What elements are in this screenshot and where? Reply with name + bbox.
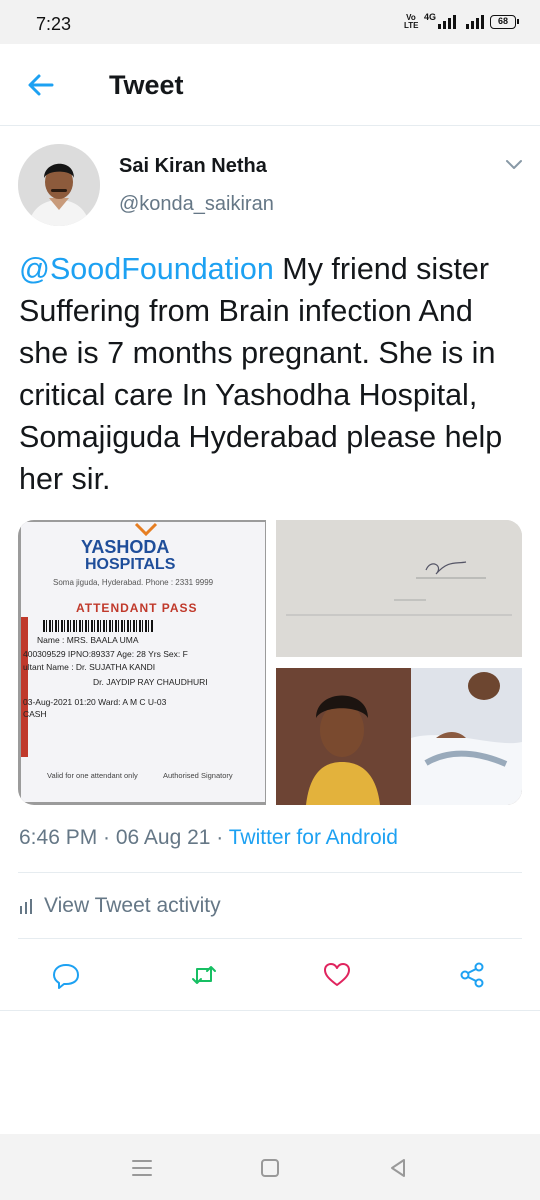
signal-icon: [438, 15, 456, 29]
pass-date: 03-Aug-2021 01:20 Ward: A M C U-03: [23, 697, 167, 707]
pass-consultant: ultant Name : Dr. SUJATHA KANDI: [23, 662, 156, 672]
pass-address: Soma jiguda, Hyderabad. Phone : 2331 999…: [53, 578, 214, 587]
document-image: [276, 520, 522, 657]
divider: [0, 1010, 540, 1011]
avatar-image: [18, 144, 100, 226]
divider: [18, 872, 522, 873]
battery-level: 68: [497, 16, 508, 26]
share-icon[interactable]: [458, 961, 486, 989]
page-title: Tweet: [109, 70, 184, 100]
media-attendant-pass[interactable]: YASHODA HOSPITALS Soma jiguda, Hyderabad…: [18, 520, 266, 805]
pass-payment: CASH: [23, 709, 47, 719]
pass-doctor: Dr. JAYDIP RAY CHAUDHURI: [93, 677, 208, 687]
chevron-down-icon[interactable]: [504, 158, 524, 172]
signal-icon-sim2: [466, 15, 484, 29]
home-icon[interactable]: [258, 1156, 282, 1180]
comment-icon[interactable]: [52, 961, 80, 989]
media-document[interactable]: [276, 520, 522, 657]
pass-footer-left: Valid for one attendant only: [47, 771, 138, 780]
status-icons: Vo LTE 4G 68: [403, 12, 519, 32]
patient-photos-image: [276, 668, 522, 805]
barcode: [43, 620, 153, 632]
pass-name: Name : MRS. BAALA UMA: [37, 635, 139, 645]
pass-hospital-name-2: HOSPITALS: [85, 556, 176, 573]
bar-chart-icon: [20, 899, 32, 914]
battery-icon: 68: [490, 15, 519, 29]
tweet-body: My friend sister Suffering from Brain in…: [19, 252, 503, 496]
tweet-timestamp: 6:46 PM · 06 Aug 21 · Twitter for Androi…: [19, 826, 398, 850]
pass-heading: ATTENDANT PASS: [76, 601, 198, 615]
media-grid: YASHODA HOSPITALS Soma jiguda, Hyderabad…: [18, 520, 522, 805]
pass-ids: 400309529 IPNO:89337 Age: 28 Yrs Sex: F: [23, 649, 188, 659]
back-triangle-icon[interactable]: [386, 1156, 410, 1180]
system-nav-bar: [0, 1134, 540, 1200]
app-header: Tweet: [0, 44, 540, 126]
timestamp-text: 6:46 PM · 06 Aug 21 ·: [19, 826, 229, 849]
source-link[interactable]: Twitter for Android: [229, 826, 398, 849]
activity-label: View Tweet activity: [44, 894, 221, 917]
mention-link[interactable]: @SoodFoundation: [19, 252, 274, 286]
avatar[interactable]: [18, 144, 100, 226]
hospital-logo-icon: [134, 522, 158, 536]
menu-icon[interactable]: [130, 1156, 154, 1180]
status-bar: 7:23 Vo LTE 4G 68: [0, 0, 540, 44]
pass-hospital-name: YASHODA: [81, 537, 170, 557]
volte-indicator: Vo LTE: [403, 13, 419, 30]
author-name[interactable]: Sai Kiran Netha: [119, 155, 267, 178]
pass-footer-right: Authorised Signatory: [163, 771, 233, 780]
network-type: 4G: [423, 12, 436, 22]
lanyard: [21, 617, 28, 757]
arrow-left-icon[interactable]: [26, 71, 56, 99]
divider: [18, 938, 522, 939]
media-photos[interactable]: [276, 668, 522, 805]
tweet-text: @SoodFoundation My friend sister Sufferi…: [19, 248, 524, 500]
author-handle[interactable]: @konda_saikiran: [119, 193, 274, 216]
action-bar: [0, 955, 540, 995]
status-time: 7:23: [36, 14, 72, 34]
heart-icon[interactable]: [323, 961, 351, 989]
retweet-icon[interactable]: [190, 961, 218, 989]
attendant-pass-image: YASHODA HOSPITALS Soma jiguda, Hyderabad…: [21, 522, 265, 802]
view-tweet-activity-button[interactable]: View Tweet activity: [18, 888, 221, 924]
